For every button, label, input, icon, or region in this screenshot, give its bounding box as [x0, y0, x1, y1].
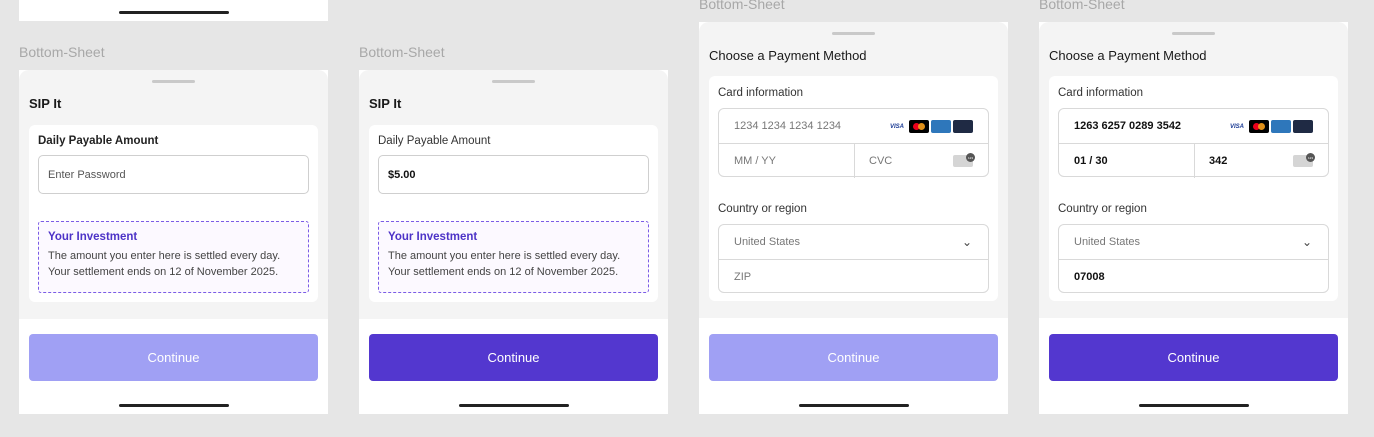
visa-icon: VISA — [887, 120, 907, 133]
sheet-title: Choose a Payment Method — [709, 48, 867, 63]
card-input-group: 1263 6257 0289 3542 VISA 01 / 30 342 — [1058, 108, 1329, 178]
home-indicator — [119, 11, 229, 14]
frame-label: Bottom-Sheet — [1039, 0, 1125, 12]
home-indicator — [1139, 404, 1249, 407]
card-input-group: 1234 1234 1234 1234 VISA MM / YY CVC — [718, 108, 989, 178]
card-brands: VISA — [887, 120, 973, 133]
home-indicator — [459, 404, 569, 407]
amount-input-value: $5.00 — [388, 168, 416, 181]
drag-handle[interactable] — [832, 32, 875, 35]
country-label: Country or region — [718, 203, 807, 215]
sheet-surface: SIP It Daily Payable Amount Enter Passwo… — [19, 70, 328, 319]
expiry-input[interactable]: MM / YY — [719, 144, 854, 178]
investment-info-box: Your Investment The amount you enter her… — [38, 221, 309, 293]
continue-button[interactable]: Continue — [709, 334, 998, 381]
mastercard-icon — [1249, 120, 1269, 133]
drag-handle[interactable] — [1172, 32, 1215, 35]
cvc-card-icon — [1293, 153, 1315, 167]
info-line: Your settlement ends on 12 of November 2… — [48, 266, 279, 278]
card-brands: VISA — [1227, 120, 1313, 133]
investment-info-box: Your Investment The amount you enter her… — [378, 221, 649, 293]
home-indicator — [799, 404, 909, 407]
expiry-input[interactable]: 01 / 30 — [1059, 144, 1194, 178]
mastercard-icon — [909, 120, 929, 133]
card-info-label: Card information — [1058, 87, 1144, 99]
zip-row[interactable]: ZIP — [719, 259, 988, 294]
sheet-title: SIP It — [29, 96, 62, 111]
sheet-surface: Choose a Payment Method Card information… — [699, 22, 1008, 318]
card-details-row: 01 / 30 342 — [1059, 143, 1328, 178]
cvc-card-icon — [953, 153, 975, 167]
country-select[interactable]: United States ⌄ — [1059, 225, 1328, 259]
amount-card: Daily Payable Amount $5.00 Your Investme… — [369, 125, 658, 302]
card-number-row[interactable]: 1263 6257 0289 3542 VISA — [1059, 109, 1328, 143]
continue-button[interactable]: Continue — [29, 334, 318, 381]
address-input-group: United States ⌄ 07008 — [1058, 224, 1329, 293]
card-number-input[interactable]: 1263 6257 0289 3542 — [1059, 109, 1181, 143]
sip-bottom-sheet: SIP It Daily Payable Amount $5.00 Your I… — [359, 70, 668, 414]
zip-input[interactable]: 07008 — [1059, 260, 1105, 294]
address-input-group: United States ⌄ ZIP — [718, 224, 989, 293]
info-line: Your settlement ends on 12 of November 2… — [388, 266, 619, 278]
frame-label: Bottom-Sheet — [359, 44, 445, 60]
card-number-input[interactable]: 1234 1234 1234 1234 — [719, 109, 841, 143]
info-line: The amount you enter here is settled eve… — [388, 250, 621, 262]
continue-button[interactable]: Continue — [369, 334, 658, 381]
payment-card: Card information 1263 6257 0289 3542 VIS… — [1049, 76, 1338, 301]
amex-icon — [931, 120, 951, 133]
chevron-down-icon[interactable]: ⌄ — [962, 235, 972, 249]
home-indicator — [119, 404, 229, 407]
country-select-value: United States — [1074, 236, 1141, 248]
sheet-title: SIP It — [369, 96, 402, 111]
visa-icon: VISA — [1227, 120, 1247, 133]
continue-button[interactable]: Continue — [1049, 334, 1338, 381]
info-title: Your Investment — [48, 231, 138, 243]
info-line: The amount you enter here is settled eve… — [48, 250, 281, 262]
card-number-row[interactable]: 1234 1234 1234 1234 VISA — [719, 109, 988, 143]
drag-handle[interactable] — [152, 80, 195, 83]
info-title: Your Investment — [388, 231, 478, 243]
amount-card: Daily Payable Amount Enter Password Your… — [29, 125, 318, 302]
country-select-value: United States — [734, 236, 801, 248]
sheet-title: Choose a Payment Method — [1049, 48, 1207, 63]
frame-label: Bottom-Sheet — [699, 0, 785, 12]
chevron-down-icon[interactable]: ⌄ — [1302, 235, 1312, 249]
sip-bottom-sheet: SIP It Daily Payable Amount Enter Passwo… — [19, 70, 328, 414]
country-select[interactable]: United States ⌄ — [719, 225, 988, 259]
previous-frame-bottom — [19, 0, 328, 21]
sheet-surface: Choose a Payment Method Card information… — [1039, 22, 1348, 318]
discover-icon — [953, 120, 973, 133]
amex-icon — [1271, 120, 1291, 133]
amount-input[interactable]: $5.00 — [378, 155, 649, 194]
zip-input[interactable]: ZIP — [719, 260, 751, 294]
sheet-surface: SIP It Daily Payable Amount $5.00 Your I… — [359, 70, 668, 319]
drag-handle[interactable] — [492, 80, 535, 83]
field-label: Daily Payable Amount — [378, 135, 491, 147]
zip-row[interactable]: 07008 — [1059, 259, 1328, 294]
frame-label: Bottom-Sheet — [19, 44, 105, 60]
payment-bottom-sheet: Choose a Payment Method Card information… — [1039, 22, 1348, 414]
card-details-row: MM / YY CVC — [719, 143, 988, 178]
country-label: Country or region — [1058, 203, 1147, 215]
payment-card: Card information 1234 1234 1234 1234 VIS… — [709, 76, 998, 301]
field-label: Daily Payable Amount — [38, 135, 159, 147]
card-info-label: Card information — [718, 87, 804, 99]
amount-input[interactable]: Enter Password — [38, 155, 309, 194]
payment-bottom-sheet: Choose a Payment Method Card information… — [699, 22, 1008, 414]
amount-input-placeholder: Enter Password — [48, 168, 126, 181]
discover-icon — [1293, 120, 1313, 133]
